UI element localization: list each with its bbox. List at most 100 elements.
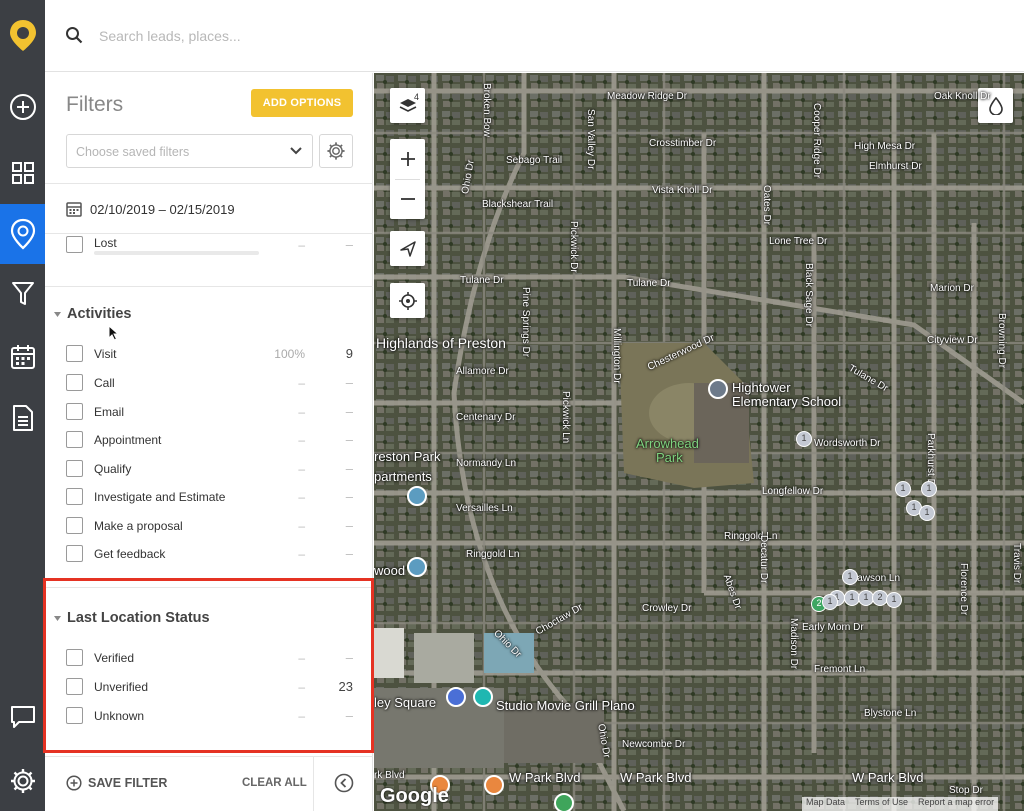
- clear-all-button[interactable]: CLEAR ALL: [242, 777, 307, 789]
- street-label: Oak Knoll Dr: [934, 91, 991, 102]
- saved-filters-placeholder: Choose saved filters: [76, 145, 190, 159]
- location-pin-logo-icon: [9, 20, 36, 51]
- street-label: Ringgold Ln: [724, 531, 778, 542]
- saved-filters-settings-button[interactable]: [319, 134, 353, 168]
- saved-filters-select[interactable]: Choose saved filters: [66, 134, 313, 168]
- park-poi-icon[interactable]: [554, 793, 574, 811]
- street-label: High Mesa Dr: [854, 141, 916, 152]
- draw-shape-button[interactable]: [390, 231, 425, 266]
- list-item-verified[interactable]: Verified – –: [66, 648, 353, 668]
- lead-pin[interactable]: 1: [921, 481, 937, 497]
- list-item-email[interactable]: Email – –: [66, 402, 353, 422]
- filters-panel: Filters ADD OPTIONS Choose saved filters…: [45, 73, 373, 811]
- nav-calendar[interactable]: [0, 327, 45, 387]
- checkbox[interactable]: [66, 707, 83, 724]
- street-label: Tulane Dr: [627, 278, 671, 289]
- map-view[interactable]: 4 Meadow Ridge Dr Oak Knoll Dr Broken Bo…: [374, 73, 1024, 811]
- checkbox[interactable]: [66, 488, 83, 505]
- street-label: W Park Blvd: [620, 770, 692, 785]
- lead-pin[interactable]: 1: [842, 569, 858, 585]
- chevron-left-circle-icon[interactable]: [334, 773, 354, 793]
- school-poi-icon[interactable]: [708, 379, 728, 399]
- attribution-report-error[interactable]: Report a map error: [918, 797, 994, 811]
- nav-chat[interactable]: [0, 687, 45, 747]
- nav-reports[interactable]: [0, 388, 45, 448]
- lead-pin[interactable]: 1: [895, 481, 911, 497]
- date-range[interactable]: 02/10/2019 – 02/15/2019: [66, 201, 235, 217]
- street-label: San Valley Dr: [585, 109, 596, 170]
- shopping-poi-icon[interactable]: [446, 687, 466, 707]
- street-label: Marion Dr: [930, 283, 974, 294]
- list-item-call[interactable]: Call – –: [66, 373, 353, 393]
- street-label: Pickwick Ln: [560, 391, 571, 444]
- lead-pin[interactable]: 1: [822, 594, 838, 610]
- panel-title: Filters: [66, 93, 124, 116]
- checkbox[interactable]: [66, 431, 83, 448]
- street-label: Pickwick Dr: [568, 221, 579, 273]
- save-filter-button[interactable]: SAVE FILTER: [66, 775, 167, 791]
- gear-icon: [10, 769, 35, 793]
- list-item-appointment[interactable]: Appointment – –: [66, 430, 353, 450]
- plus-icon: [400, 152, 415, 166]
- checkbox[interactable]: [66, 517, 83, 534]
- row-count: –: [345, 650, 353, 665]
- attribution-terms[interactable]: Terms of Use: [855, 797, 908, 811]
- checkbox[interactable]: [66, 460, 83, 477]
- restaurant-poi-icon[interactable]: [484, 775, 504, 795]
- location-status-section-header[interactable]: Last Location Status: [54, 610, 210, 626]
- lead-pin[interactable]: 1: [919, 505, 935, 521]
- layers-button[interactable]: 4: [390, 88, 425, 123]
- my-location-button[interactable]: [390, 283, 425, 318]
- checkbox[interactable]: [66, 345, 83, 362]
- list-item-qualify[interactable]: Qualify – –: [66, 459, 353, 479]
- nav-filter[interactable]: [0, 264, 45, 324]
- checkbox[interactable]: [66, 403, 83, 420]
- nav-map[interactable]: [0, 204, 45, 264]
- checkbox[interactable]: [66, 374, 83, 391]
- street-label: Wordsworth Dr: [814, 438, 881, 449]
- lead-pin[interactable]: 1: [796, 431, 812, 447]
- attribution-map-data[interactable]: Map Data: [806, 797, 845, 811]
- place-poi-icon[interactable]: [407, 557, 427, 577]
- list-item-unverified[interactable]: Unverified – 23: [66, 677, 353, 697]
- add-options-button[interactable]: ADD OPTIONS: [251, 89, 353, 117]
- checkbox[interactable]: [66, 545, 83, 562]
- zoom-in-button[interactable]: [390, 139, 425, 179]
- search-input[interactable]: [99, 22, 599, 50]
- street-label: Elmhurst Dr: [869, 161, 922, 172]
- checkbox[interactable]: [66, 649, 83, 666]
- row-label: Visit: [94, 347, 117, 361]
- list-item-proposal[interactable]: Make a proposal – –: [66, 516, 353, 536]
- list-item-investigate[interactable]: Investigate and Estimate – –: [66, 487, 353, 507]
- list-item-unknown[interactable]: Unknown – –: [66, 706, 353, 726]
- place-label: partments: [374, 469, 432, 484]
- checkbox[interactable]: [66, 678, 83, 695]
- list-item-feedback[interactable]: Get feedback – –: [66, 544, 353, 564]
- nav-add[interactable]: [0, 77, 45, 137]
- zoom-out-button[interactable]: [390, 179, 425, 219]
- lead-pin[interactable]: 1: [886, 592, 902, 608]
- apartment-poi-icon[interactable]: [407, 486, 427, 506]
- place-label: ley Square: [374, 695, 437, 710]
- logo[interactable]: [0, 0, 45, 70]
- activities-section-header[interactable]: Activities: [54, 306, 131, 322]
- list-item-visit[interactable]: Visit 100% 9: [66, 344, 353, 364]
- nav-settings[interactable]: [0, 751, 45, 811]
- row-count: –: [345, 375, 353, 390]
- row-percent: –: [298, 519, 305, 533]
- nav-dashboard[interactable]: [0, 143, 45, 203]
- street-label: Versailles Ln: [456, 503, 513, 514]
- crosshair-icon: [398, 291, 417, 310]
- map-attribution: Map Data Terms of Use Report a map error: [802, 797, 999, 811]
- checkbox[interactable]: [66, 236, 83, 253]
- row-count: –: [345, 708, 353, 723]
- street-label: W Park Blvd: [509, 770, 581, 785]
- cinema-poi-icon[interactable]: [473, 687, 493, 707]
- row-count: –: [345, 461, 353, 476]
- lost-progress-bar: [94, 251, 259, 255]
- row-percent: –: [298, 462, 305, 476]
- panel-footer: SAVE FILTER CLEAR ALL: [45, 756, 373, 811]
- nav-rail: [0, 0, 45, 811]
- street-label: Millington Dr: [611, 328, 622, 384]
- divider: [45, 183, 373, 184]
